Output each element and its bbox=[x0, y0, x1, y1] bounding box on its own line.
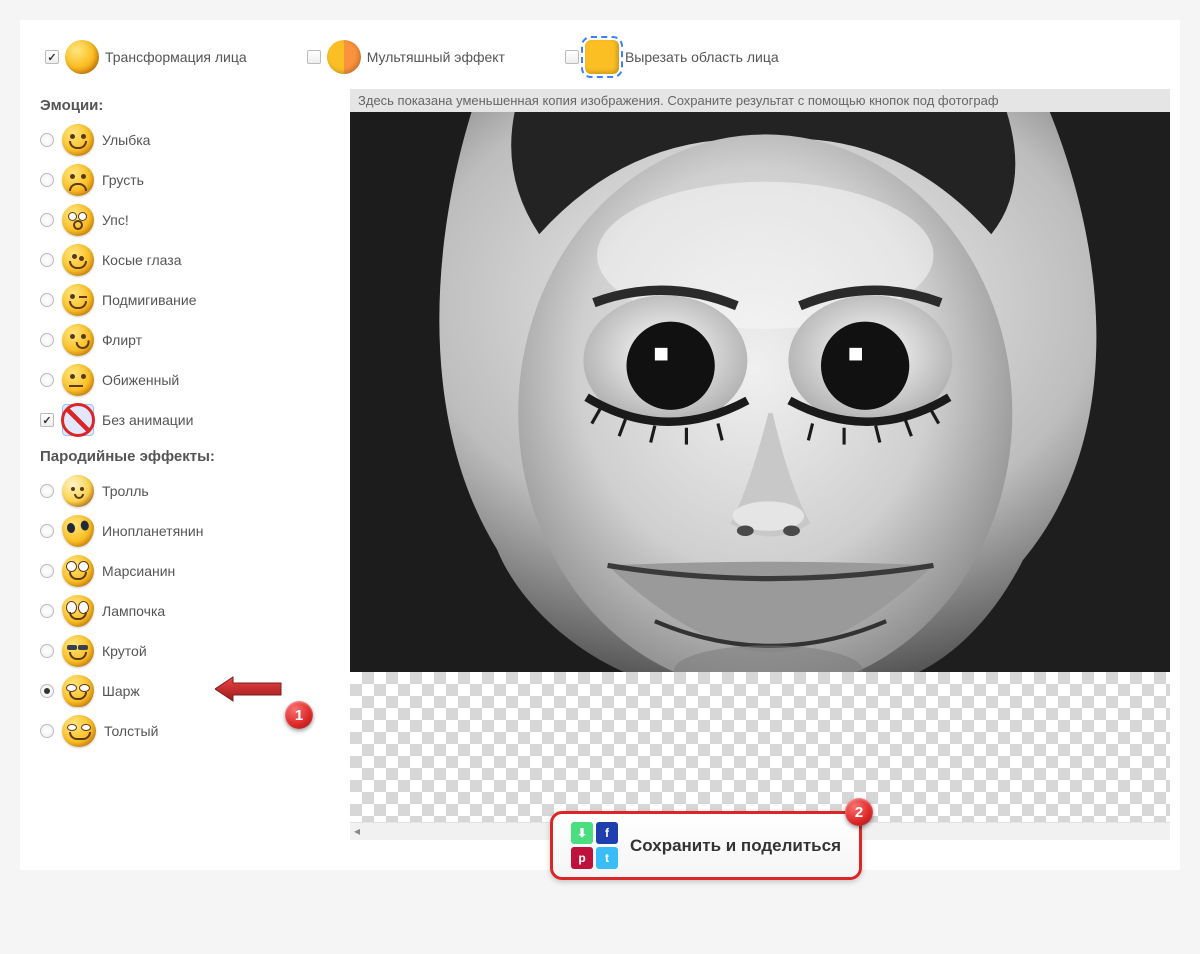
option-noanim[interactable]: Без анимации bbox=[40, 400, 320, 440]
parody-title: Пародийные эффекты: bbox=[40, 448, 320, 465]
transform-label: Трансформация лица bbox=[105, 49, 247, 65]
radio-smile[interactable] bbox=[40, 133, 54, 147]
option-offended[interactable]: Обиженный bbox=[40, 360, 320, 400]
wink-emoji-icon bbox=[62, 284, 94, 316]
sidebar: Эмоции: Улыбка Грусть Упс! Косые глаза bbox=[40, 89, 320, 840]
cartoon-icon bbox=[327, 40, 361, 74]
fat-label: Толстый bbox=[104, 723, 158, 739]
annotation-badge-2: 2 bbox=[845, 798, 873, 826]
radio-wink[interactable] bbox=[40, 293, 54, 307]
radio-troll[interactable] bbox=[40, 484, 54, 498]
radio-crosseyed[interactable] bbox=[40, 253, 54, 267]
share-icons: ⬇ f p t bbox=[571, 822, 618, 869]
emotions-title: Эмоции: bbox=[40, 97, 320, 114]
smile-label: Улыбка bbox=[102, 132, 150, 148]
option-cool[interactable]: Крутой bbox=[40, 631, 320, 671]
bulb-label: Лампочка bbox=[102, 603, 165, 619]
hint-text: Здесь показана уменьшенная копия изображ… bbox=[350, 89, 1170, 112]
option-smile[interactable]: Улыбка bbox=[40, 120, 320, 160]
save-share-label: Сохранить и поделиться bbox=[630, 836, 841, 856]
radio-fat[interactable] bbox=[40, 724, 54, 738]
option-oops[interactable]: Упс! bbox=[40, 200, 320, 240]
option-bulb[interactable]: Лампочка bbox=[40, 591, 320, 631]
caricature-emoji-icon bbox=[62, 675, 94, 707]
caricature-label: Шарж bbox=[102, 683, 140, 699]
option-sad[interactable]: Грусть bbox=[40, 160, 320, 200]
troll-label: Тролль bbox=[102, 483, 149, 499]
top-option-cartoon[interactable]: Мультяшный эффект bbox=[307, 40, 505, 74]
flirt-label: Флирт bbox=[102, 332, 142, 348]
oops-label: Упс! bbox=[102, 212, 129, 228]
checkbox-transform[interactable] bbox=[45, 50, 59, 64]
radio-flirt[interactable] bbox=[40, 333, 54, 347]
checkbox-cartoon[interactable] bbox=[307, 50, 321, 64]
radio-alien[interactable] bbox=[40, 524, 54, 538]
cool-emoji-icon bbox=[62, 635, 94, 667]
annotation-badge-1: 1 bbox=[285, 701, 313, 729]
sad-label: Грусть bbox=[102, 172, 144, 188]
alien-emoji-icon bbox=[62, 515, 94, 547]
preview-image bbox=[350, 112, 1170, 672]
option-troll[interactable]: Тролль bbox=[40, 471, 320, 511]
option-flirt[interactable]: Флирт bbox=[40, 320, 320, 360]
preview-panel: Здесь показана уменьшенная копия изображ… bbox=[350, 89, 1170, 840]
radio-caricature[interactable] bbox=[40, 684, 54, 698]
crop-label: Вырезать область лица bbox=[625, 49, 779, 65]
arrow-icon bbox=[215, 675, 285, 703]
alien-label: Инопланетянин bbox=[102, 523, 203, 539]
radio-bulb[interactable] bbox=[40, 604, 54, 618]
radio-martian[interactable] bbox=[40, 564, 54, 578]
top-option-crop[interactable]: Вырезать область лица bbox=[565, 40, 779, 74]
radio-cool[interactable] bbox=[40, 644, 54, 658]
smile-emoji-icon bbox=[62, 124, 94, 156]
cartoon-label: Мультяшный эффект bbox=[367, 49, 505, 65]
twitter-icon[interactable]: t bbox=[596, 847, 618, 869]
pinterest-icon[interactable]: p bbox=[571, 847, 593, 869]
option-alien[interactable]: Инопланетянин bbox=[40, 511, 320, 551]
top-options: Трансформация лица Мультяшный эффект Выр… bbox=[40, 40, 1170, 74]
app-container: Трансформация лица Мультяшный эффект Выр… bbox=[20, 20, 1180, 870]
crop-icon bbox=[585, 40, 619, 74]
noanim-label: Без анимации bbox=[102, 412, 193, 428]
radio-oops[interactable] bbox=[40, 213, 54, 227]
fat-emoji-icon bbox=[62, 715, 96, 747]
no-animation-icon bbox=[62, 404, 94, 436]
bulb-emoji-icon bbox=[62, 595, 94, 627]
offended-emoji-icon bbox=[62, 364, 94, 396]
radio-offended[interactable] bbox=[40, 373, 54, 387]
option-crosseyed[interactable]: Косые глаза bbox=[40, 240, 320, 280]
oops-emoji-icon bbox=[62, 204, 94, 236]
option-caricature[interactable]: Шарж bbox=[40, 671, 320, 711]
option-wink[interactable]: Подмигивание bbox=[40, 280, 320, 320]
troll-emoji-icon bbox=[62, 475, 94, 507]
martian-emoji-icon bbox=[62, 555, 94, 587]
smiley-icon bbox=[65, 40, 99, 74]
checkbox-noanim[interactable] bbox=[40, 413, 54, 427]
cool-label: Крутой bbox=[102, 643, 147, 659]
flirt-emoji-icon bbox=[62, 324, 94, 356]
wink-label: Подмигивание bbox=[102, 292, 197, 308]
checkbox-crop[interactable] bbox=[565, 50, 579, 64]
download-icon[interactable]: ⬇ bbox=[571, 822, 593, 844]
option-martian[interactable]: Марсианин bbox=[40, 551, 320, 591]
radio-sad[interactable] bbox=[40, 173, 54, 187]
offended-label: Обиженный bbox=[102, 372, 179, 388]
top-option-transform[interactable]: Трансформация лица bbox=[45, 40, 247, 74]
crosseyed-emoji-icon bbox=[62, 244, 94, 276]
martian-label: Марсианин bbox=[102, 563, 175, 579]
main-area: Эмоции: Улыбка Грусть Упс! Косые глаза bbox=[40, 89, 1170, 840]
transparent-checker bbox=[350, 672, 1170, 822]
save-share-panel[interactable]: ⬇ f p t Сохранить и поделиться 2 bbox=[550, 811, 862, 880]
option-fat[interactable]: Толстый bbox=[40, 711, 320, 751]
facebook-icon[interactable]: f bbox=[596, 822, 618, 844]
crosseyed-label: Косые глаза bbox=[102, 252, 181, 268]
sad-emoji-icon bbox=[62, 164, 94, 196]
